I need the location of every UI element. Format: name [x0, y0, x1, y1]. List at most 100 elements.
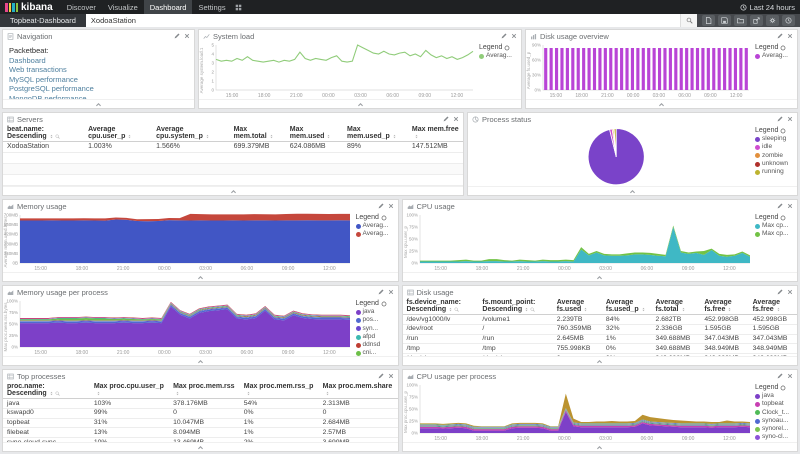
- legend-item[interactable]: synorel...: [755, 425, 796, 433]
- edit-panel-button[interactable]: [378, 203, 384, 209]
- legend-item[interactable]: Averag...: [755, 52, 796, 60]
- collapse-panel-button[interactable]: [403, 356, 798, 365]
- legend-header[interactable]: Legend: [356, 213, 397, 222]
- clock-button[interactable]: [782, 15, 795, 26]
- column-header[interactable]: Average fs.free: [749, 298, 797, 315]
- dashboard-tab[interactable]: Topbeat-Dashboard: [0, 14, 86, 27]
- legend-item[interactable]: Averag...: [356, 222, 397, 230]
- column-header[interactable]: Max proc.mem.rss: [169, 382, 240, 399]
- new-document-button[interactable]: [702, 15, 715, 26]
- legend-item[interactable]: afpd: [356, 333, 397, 341]
- search-button[interactable]: [680, 14, 697, 27]
- close-panel-button[interactable]: [388, 373, 394, 379]
- legend-header[interactable]: Legend: [755, 213, 796, 222]
- edit-panel-button[interactable]: [777, 289, 783, 295]
- collapse-panel-button[interactable]: [3, 356, 398, 365]
- column-header[interactable]: Max mem.used: [286, 125, 343, 142]
- column-header[interactable]: Max proc.mem.rss_p: [240, 382, 319, 399]
- nav-link[interactable]: PostgreSQL performance: [9, 84, 188, 93]
- memory-usage-chart[interactable]: 0B140MB280MB420MB560MB700MB15:0018:0021:…: [3, 212, 354, 272]
- column-header[interactable]: Max mem.total: [230, 125, 286, 142]
- legend-item[interactable]: ddnsd: [356, 341, 397, 349]
- close-panel-button[interactable]: [453, 116, 459, 122]
- close-panel-button[interactable]: [787, 289, 793, 295]
- nav-link[interactable]: MySQL performance: [9, 75, 188, 84]
- column-header[interactable]: Average cpu.user_p: [84, 125, 152, 142]
- legend-header[interactable]: Legend: [479, 43, 520, 52]
- close-panel-button[interactable]: [787, 203, 793, 209]
- cpu-usage-per-process-chart[interactable]: 0%25%50%75%100%15:0018:0021:0000:0003:00…: [403, 382, 754, 442]
- legend-item[interactable]: Max cp...: [755, 230, 796, 238]
- close-panel-button[interactable]: [388, 289, 394, 295]
- edit-panel-button[interactable]: [501, 33, 507, 39]
- edit-panel-button[interactable]: [777, 373, 783, 379]
- column-header[interactable]: Max mem.free: [408, 125, 463, 142]
- cpu-usage-chart[interactable]: 0%25%50%75%100%15:0018:0021:0000:0003:00…: [403, 212, 754, 272]
- legend-item[interactable]: pos...: [356, 316, 397, 324]
- nav-link[interactable]: Web transactions: [9, 65, 188, 74]
- edit-panel-button[interactable]: [443, 116, 449, 122]
- collapse-panel-button[interactable]: [403, 442, 798, 451]
- edit-panel-button[interactable]: [777, 33, 783, 39]
- apps-grid-icon[interactable]: [235, 4, 242, 11]
- edit-panel-button[interactable]: [378, 289, 384, 295]
- close-panel-button[interactable]: [787, 373, 793, 379]
- kibana-logo[interactable]: kibana: [5, 2, 53, 13]
- nav-item-dashboard[interactable]: Dashboard: [144, 0, 193, 14]
- collapse-panel-button[interactable]: [3, 186, 463, 195]
- close-panel-button[interactable]: [511, 33, 517, 39]
- edit-panel-button[interactable]: [777, 203, 783, 209]
- query-input[interactable]: [86, 14, 680, 27]
- column-header[interactable]: Average cpu.system_p: [152, 125, 229, 142]
- legend-item[interactable]: Max cp...: [755, 222, 796, 230]
- column-header[interactable]: fs.device_name: Descending: [403, 298, 479, 315]
- edit-panel-button[interactable]: [174, 33, 180, 39]
- column-header[interactable]: Average fs.free: [700, 298, 748, 315]
- collapse-panel-button[interactable]: [526, 99, 797, 108]
- legend-item[interactable]: java: [755, 392, 796, 400]
- legend-item[interactable]: Averag...: [479, 52, 520, 60]
- system-load-chart[interactable]: 01234515:0018:0021:0000:0003:0006:0009:0…: [199, 42, 477, 99]
- timepicker-button[interactable]: Last 24 hours: [740, 3, 795, 12]
- collapse-panel-button[interactable]: [199, 99, 521, 108]
- nav-link[interactable]: Dashboard: [9, 56, 188, 65]
- close-panel-button[interactable]: [787, 116, 793, 122]
- legend-item[interactable]: Averag...: [356, 230, 397, 238]
- close-panel-button[interactable]: [184, 33, 190, 39]
- legend-header[interactable]: Legend: [356, 299, 397, 308]
- legend-item[interactable]: cni...: [356, 349, 397, 356]
- nav-item-visualize[interactable]: Visualize: [102, 0, 144, 14]
- legend-item[interactable]: sleeping: [755, 135, 796, 143]
- legend-header[interactable]: Legend: [755, 43, 796, 52]
- column-header[interactable]: Average fs.used: [553, 298, 602, 315]
- legend-item[interactable]: zombie: [755, 152, 796, 160]
- process-status-pie[interactable]: [468, 125, 753, 186]
- collapse-panel-button[interactable]: [3, 99, 194, 108]
- column-header[interactable]: fs.mount_point: Descending: [478, 298, 552, 315]
- legend-item[interactable]: idle: [755, 143, 796, 151]
- collapse-panel-button[interactable]: [3, 442, 398, 451]
- column-header[interactable]: Max mem.used_p: [343, 125, 408, 142]
- memory-usage-per-process-chart[interactable]: 0%25%50%75%100%15:0018:0021:0000:0003:00…: [3, 298, 354, 356]
- nav-link[interactable]: MongoDB performance: [9, 94, 188, 99]
- legend-item[interactable]: Clock_t...: [755, 409, 796, 417]
- close-panel-button[interactable]: [787, 33, 793, 39]
- nav-item-discover[interactable]: Discover: [61, 0, 102, 14]
- legend-item[interactable]: running: [755, 168, 796, 176]
- nav-item-settings[interactable]: Settings: [192, 0, 231, 14]
- column-header[interactable]: Max proc.mem.share: [319, 382, 398, 399]
- open-folder-button[interactable]: [734, 15, 747, 26]
- gear-button[interactable]: [766, 15, 779, 26]
- collapse-panel-button[interactable]: [3, 272, 398, 281]
- legend-item[interactable]: topbeat: [755, 400, 796, 408]
- column-header[interactable]: proc.name: Descending: [3, 382, 90, 399]
- share-button[interactable]: [750, 15, 763, 26]
- legend-item[interactable]: syn...: [356, 325, 397, 333]
- column-header[interactable]: Average fs.used_p: [602, 298, 652, 315]
- legend-item[interactable]: syno-cl...: [755, 433, 796, 441]
- legend-item[interactable]: synoau...: [755, 417, 796, 425]
- collapse-panel-button[interactable]: [468, 186, 797, 195]
- disk-usage-overview-chart[interactable]: 0%30%60%90%15:0018:0021:0000:0003:0006:0…: [526, 42, 753, 99]
- legend-header[interactable]: Legend: [755, 383, 796, 392]
- save-button[interactable]: [718, 15, 731, 26]
